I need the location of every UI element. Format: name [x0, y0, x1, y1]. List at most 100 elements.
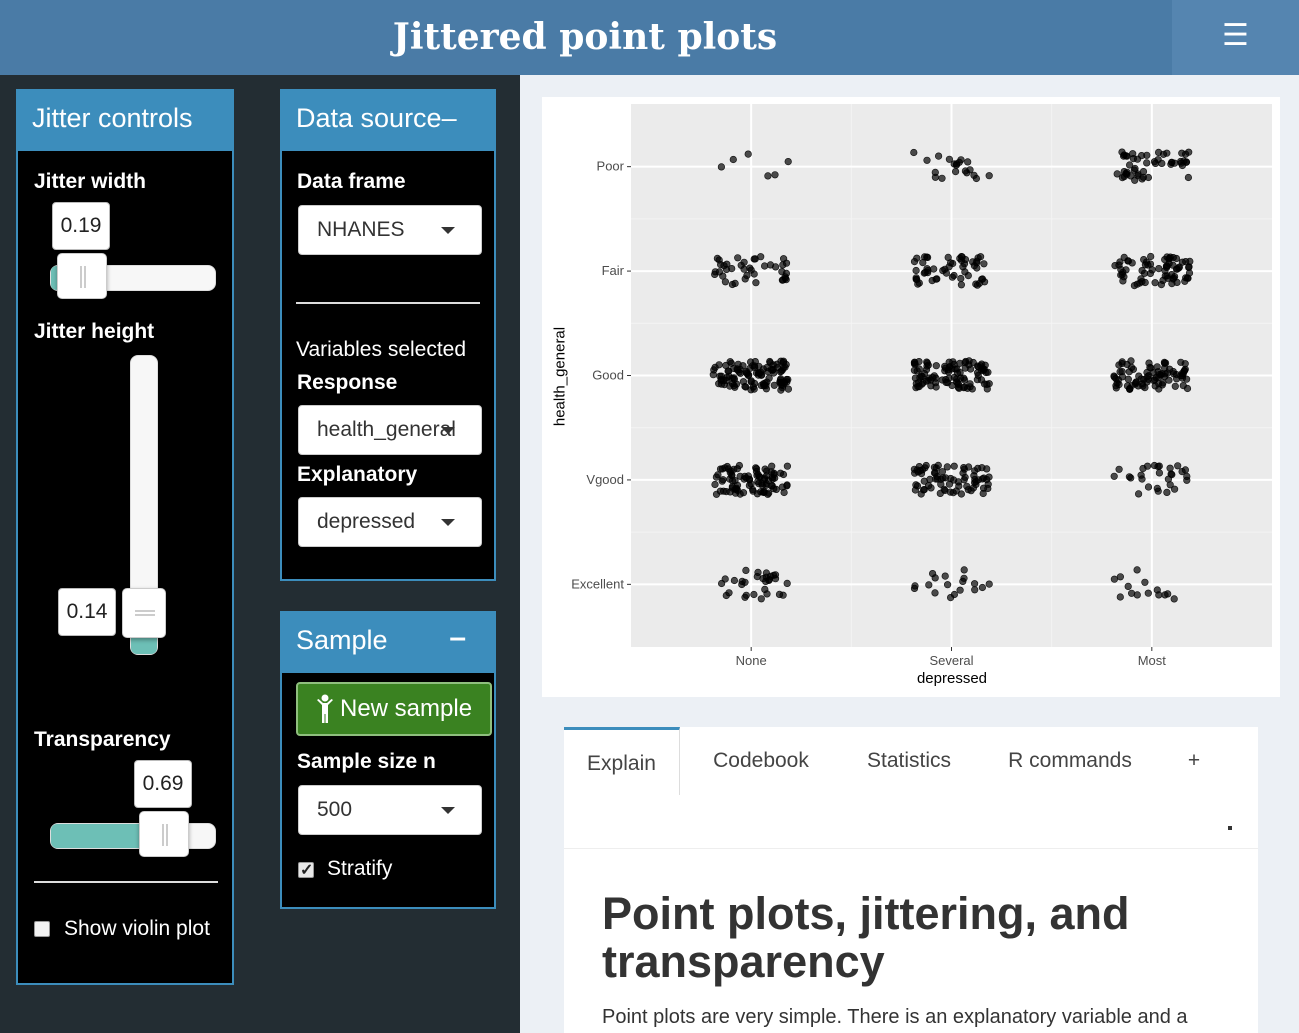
- data-point: [1170, 485, 1179, 493]
- y-tick-label: Excellent: [571, 576, 624, 591]
- data-point: [731, 279, 739, 287]
- data-point: [1110, 575, 1119, 583]
- data-frame-select[interactable]: NHANES: [298, 205, 482, 255]
- data-point: [1161, 359, 1170, 367]
- data-point: [923, 156, 931, 164]
- hamburger-icon[interactable]: ☰: [1172, 0, 1299, 75]
- data-point: [983, 465, 991, 473]
- data-point: [1110, 472, 1118, 480]
- data-point: [1169, 368, 1177, 376]
- data-point: [977, 366, 986, 374]
- data-point: [1115, 361, 1123, 369]
- data-point: [770, 369, 778, 377]
- sample-size-select[interactable]: 500: [298, 785, 482, 835]
- sample-size-label: Sample size n: [297, 750, 436, 773]
- data-point: [733, 465, 741, 473]
- data-point: [932, 362, 940, 370]
- sample-size-value: 500: [317, 798, 353, 821]
- data-point: [1146, 363, 1154, 372]
- data-point: [747, 266, 755, 274]
- data-point: [782, 259, 791, 267]
- tab-codebook[interactable]: Codebook: [696, 727, 826, 795]
- data-point: [1125, 473, 1134, 481]
- jitter-height-value: 0.14: [58, 588, 116, 636]
- stratify-checkbox[interactable]: [298, 860, 314, 880]
- data-point: [944, 379, 952, 387]
- data-point: [1163, 488, 1171, 497]
- data-point: [925, 581, 933, 589]
- data-point: [725, 589, 733, 597]
- jitter-plot: None Several Most Excellent Vgood Good Fair Poo…: [571, 104, 1272, 668]
- data-point: [1132, 378, 1140, 386]
- data-point: [757, 253, 765, 261]
- data-point: [930, 372, 938, 380]
- jitter-height-handle[interactable]: [122, 588, 166, 638]
- jitter-controls-title: Jitter controls: [32, 103, 193, 133]
- data-point: [1181, 150, 1190, 158]
- data-source-divider: [296, 302, 480, 304]
- data-point: [1171, 382, 1179, 390]
- data-point: [932, 275, 940, 283]
- person-icon: [317, 694, 333, 723]
- data-point: [711, 363, 719, 372]
- data-point: [1133, 566, 1141, 574]
- data-point: [983, 380, 991, 389]
- data-point: [781, 363, 789, 371]
- data-point: [911, 358, 919, 366]
- data-point: [733, 365, 741, 373]
- data-point: [1181, 466, 1190, 474]
- data-point: [1155, 370, 1164, 379]
- new-sample-button[interactable]: New sample: [296, 682, 492, 736]
- data-point: [944, 581, 952, 589]
- chevron-down-icon: [441, 807, 455, 814]
- data-point: [1113, 170, 1121, 178]
- data-point: [1183, 384, 1192, 393]
- data-point: [963, 384, 972, 392]
- data-point: [1166, 464, 1174, 472]
- data-point: [764, 172, 772, 180]
- tab-statistics[interactable]: Statistics: [850, 727, 968, 795]
- data-point: [777, 357, 785, 365]
- explanatory-select[interactable]: depressed: [298, 497, 482, 547]
- data-point: [1155, 469, 1164, 477]
- data-point: [961, 268, 969, 276]
- explanatory-value: depressed: [317, 510, 416, 533]
- tab-r-commands[interactable]: R commands: [996, 727, 1144, 795]
- data-point: [751, 362, 759, 370]
- show-violin-checkbox[interactable]: [34, 921, 50, 937]
- jitter-height-label: Jitter height: [34, 320, 155, 343]
- data-point: [1183, 476, 1191, 484]
- data-point: [768, 474, 776, 482]
- tab-explain[interactable]: Explain: [564, 727, 680, 795]
- transparency-label: Transparency: [34, 728, 171, 751]
- sample-collapse-button[interactable]: –: [449, 621, 466, 655]
- data-point: [1177, 372, 1185, 380]
- data-point: [1144, 589, 1152, 597]
- data-point: [970, 171, 978, 179]
- data-point: [711, 480, 719, 489]
- data-point: [1115, 465, 1123, 473]
- data-source-collapse-button[interactable]: –: [442, 103, 457, 133]
- data-point: [1133, 155, 1142, 163]
- y-tick-label: Vgood: [586, 472, 624, 487]
- data-point: [973, 281, 982, 289]
- data-point: [941, 362, 949, 371]
- transparency-handle[interactable]: [139, 811, 189, 857]
- data-point: [938, 468, 947, 476]
- data-point: [966, 166, 974, 174]
- chevron-down-icon: [441, 519, 455, 526]
- data-point: [969, 358, 977, 367]
- data-point: [1117, 265, 1125, 273]
- data-point: [1125, 161, 1134, 169]
- sample-header: Sample –: [282, 613, 494, 673]
- jitter-width-handle[interactable]: [57, 253, 107, 299]
- data-point: [1137, 471, 1145, 479]
- response-select[interactable]: health_general: [298, 405, 482, 455]
- tab-add[interactable]: +: [1174, 727, 1214, 795]
- data-point: [1154, 148, 1163, 157]
- data-point: [717, 372, 726, 380]
- data-point: [950, 462, 958, 470]
- data-point: [983, 475, 991, 484]
- stratify-label: Stratify: [327, 857, 393, 880]
- data-point: [779, 591, 787, 599]
